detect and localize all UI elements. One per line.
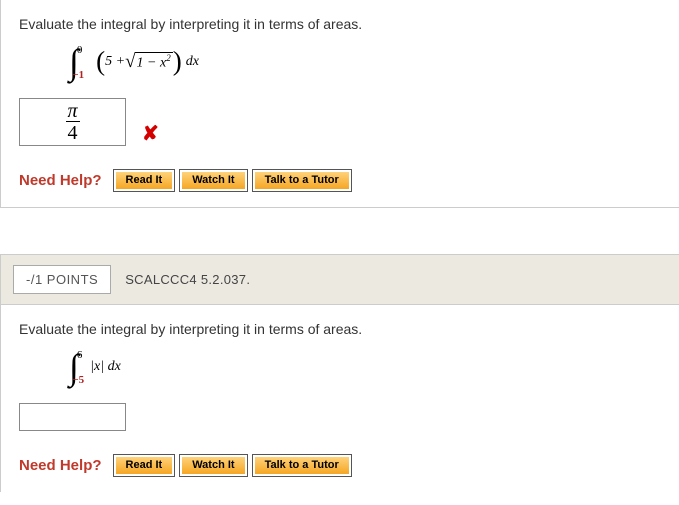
help-row: Need Help? Read It Watch It Talk to a Tu… [19,457,661,474]
question-2-header: -/1 POINTS SCALCCC4 5.2.037. [0,254,679,305]
need-help-label: Need Help? [19,172,102,189]
upper-limit: 6 [77,349,83,361]
lower-limit: −5 [72,374,84,386]
watch-it-button[interactable]: Watch It [182,172,244,189]
need-help-label: Need Help? [19,457,102,474]
answer-numerator: π [67,101,77,121]
question-prompt: Evaluate the integral by interpreting it… [19,16,661,32]
question-1: Evaluate the integral by interpreting it… [0,0,679,208]
watch-it-button[interactable]: Watch It [182,457,244,474]
help-row: Need Help? Read It Watch It Talk to a Tu… [19,172,661,189]
lower-limit: −1 [72,69,84,81]
dx: dx [186,54,199,70]
sqrt-body: 1 − x2 [135,52,173,72]
talk-to-tutor-button[interactable]: Talk to a Tutor [255,457,349,474]
question-2: Evaluate the integral by interpreting it… [0,305,679,492]
upper-limit: 0 [77,44,83,56]
question-prompt: Evaluate the integral by interpreting it… [19,321,661,337]
answer-input[interactable] [19,403,126,431]
talk-to-tutor-button[interactable]: Talk to a Tutor [255,172,349,189]
abs-x-dx: |x| dx [90,359,121,375]
read-it-button[interactable]: Read It [116,172,173,189]
answer-denominator: 4 [66,121,80,143]
wrong-icon: ✘ [142,121,159,146]
integral-expression: ∫ 6 −5 |x| dx [69,343,661,391]
points-box[interactable]: -/1 POINTS [13,265,111,294]
question-reference: SCALCCC4 5.2.037. [125,272,250,287]
five-plus: 5 + [105,54,125,70]
open-paren: ( [96,46,105,77]
integral-expression: ∫ 0 −1 ( 5 + √ 1 − x2 ) dx [69,38,661,86]
read-it-button[interactable]: Read It [116,457,173,474]
close-paren: ) [173,46,182,77]
answer-input[interactable]: π 4 [19,98,126,146]
